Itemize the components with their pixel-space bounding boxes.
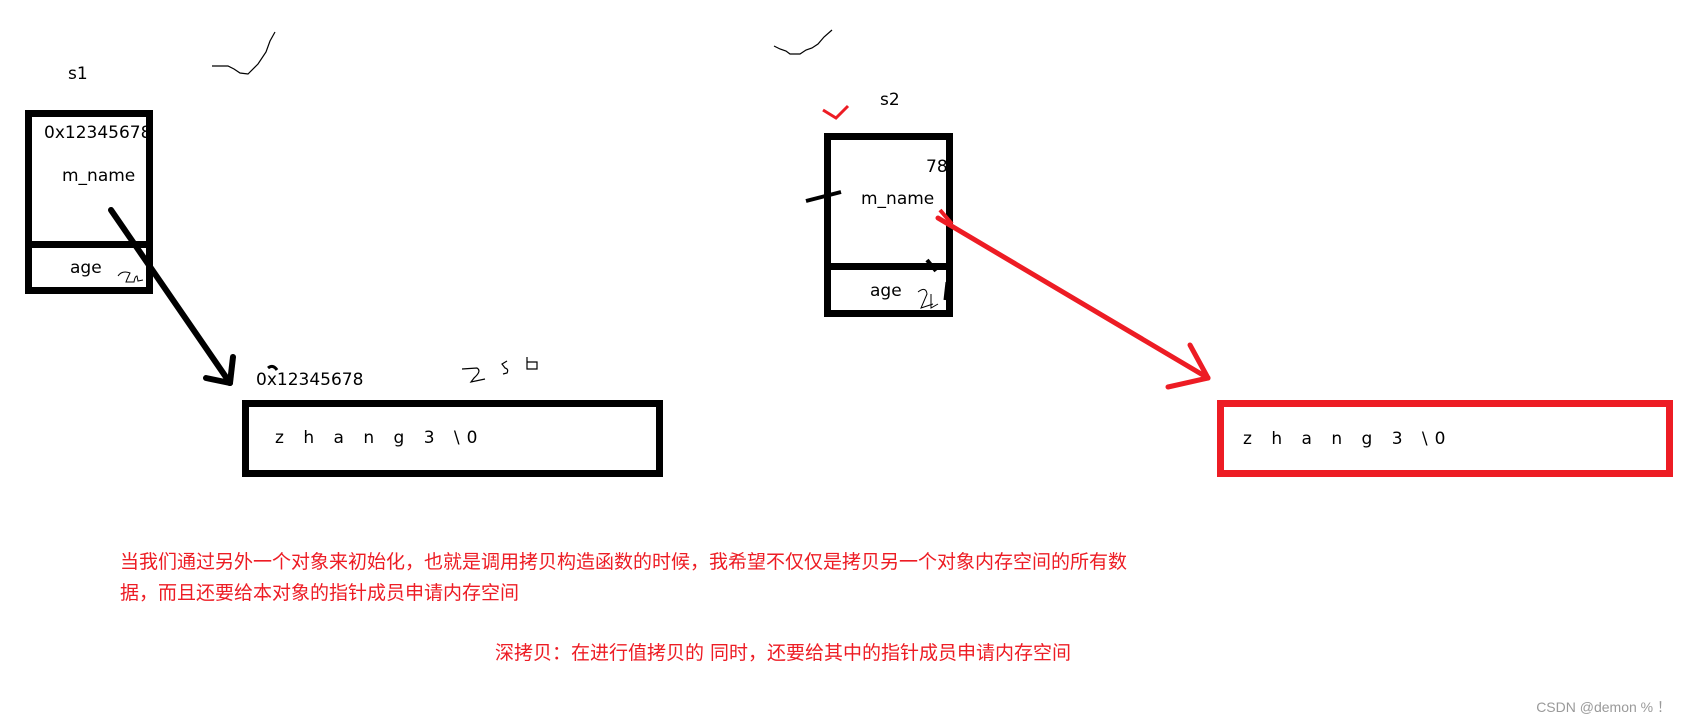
size-annotation-scribble xyxy=(461,357,538,383)
s2-strike-mark xyxy=(943,281,949,301)
s2-strike-mark xyxy=(805,190,842,203)
watermark: CSDN @demon % ！ xyxy=(1536,699,1671,715)
s2-strike-mark xyxy=(925,258,938,273)
deep-copy-definition: 深拷贝：在进行值拷贝的 同时，还要给其中的指针成员申请内存空间 xyxy=(495,642,1072,664)
scribble-mark xyxy=(773,29,833,55)
diagram-strokes xyxy=(108,29,1211,390)
scribble-mark xyxy=(212,31,276,75)
s2-pointer-arrow-shaft xyxy=(935,215,1211,381)
age-scribble xyxy=(917,288,939,309)
s2-pointer-arrow-head xyxy=(1165,375,1211,390)
note-line-2: 据，而且还要给本对象的指针成员申请内存空间 xyxy=(120,582,520,604)
s1-pointer-arrow-head xyxy=(227,354,236,386)
age-scribble xyxy=(117,271,144,283)
note-line-1: 当我们通过另外一个对象来初始化，也就是调用拷贝构造函数的时候，我希望不仅仅是拷贝… xyxy=(120,551,1128,573)
s1-pointer-arrow-shaft xyxy=(108,207,233,386)
heap1-address-mark xyxy=(267,364,279,371)
s2-check-mark xyxy=(822,104,850,120)
